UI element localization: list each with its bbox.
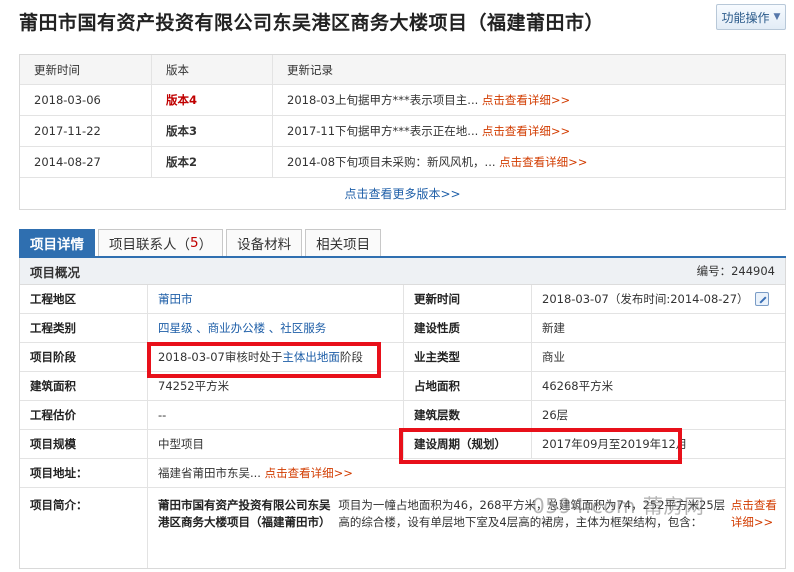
tab-label: 设备材料	[237, 237, 292, 253]
detail-row: 工程类别 四星级 、商业办公楼 、社区服务 建设性质 新建	[20, 314, 785, 343]
category-links[interactable]: 四星级 、商业办公楼 、社区服务	[158, 320, 326, 336]
stage-suffix: 阶段	[339, 350, 363, 364]
owner-type-value: 商业	[542, 350, 565, 364]
field-label: 工程估价	[20, 401, 148, 429]
tab-contacts[interactable]: 项目联系人（ 5）	[98, 229, 224, 256]
more-versions-row: 点击查看更多版本>>	[20, 178, 785, 209]
version-date: 2018-03-06	[20, 85, 152, 115]
detail-row: 工程估价 -- 建筑层数 26层	[20, 401, 785, 430]
version-table-header: 更新时间 版本 更新记录	[20, 55, 785, 85]
overview-header: 项目概况 编号：244904	[20, 258, 785, 285]
address-value: 福建省莆田市东吴...	[158, 466, 261, 480]
version-label: 版本2	[166, 155, 198, 169]
detail-row: 项目地址： 福建省莆田市东吴... 点击查看详细>>	[20, 459, 785, 488]
detail-row: 工程地区 莆田市 更新时间 2018-03-07（发布时间:2014-08-27…	[20, 285, 785, 314]
page-title: 莆田市国有资产投资有限公司东吴港区商务大楼项目（福建莆田市）	[19, 12, 605, 34]
version-row: 2014-08-27 版本2 2014-08下旬项目未采购：新风风机，... 点…	[20, 147, 785, 178]
version-row: 2017-11-22 版本3 2017-11下旬据甲方***表示正在地... 点…	[20, 116, 785, 147]
function-menu-label: 功能操作	[721, 10, 770, 25]
estimate-value: --	[148, 401, 404, 429]
field-label: 业主类型	[404, 343, 532, 371]
tab-related-projects[interactable]: 相关项目	[305, 229, 382, 256]
scale-value: 中型项目	[148, 430, 404, 458]
tab-equipment[interactable]: 设备材料	[226, 229, 303, 256]
project-detail-panel: 项目概况 编号：244904 工程地区 莆田市 更新时间 2018-03-07（…	[19, 258, 786, 569]
edit-icon[interactable]	[754, 292, 769, 306]
floors-value: 26层	[542, 408, 569, 422]
tab-project-details[interactable]: 项目详情	[19, 229, 95, 256]
stage-prefix: 2018-03-07审核时处于	[158, 350, 283, 364]
column-header: 版本	[152, 55, 273, 84]
version-history-table: 更新时间 版本 更新记录 2018-03-06 版本4 2018-03上旬据甲方…	[19, 54, 786, 210]
contacts-count: 5	[190, 235, 199, 251]
field-label: 项目规模	[20, 430, 148, 458]
land-value: 46268平方米	[542, 379, 614, 393]
location-link[interactable]: 莆田市	[158, 291, 193, 307]
version-record: 2017-11下旬据甲方***表示正在地...	[287, 124, 479, 138]
detail-tabs: 项目详情 项目联系人（ 5） 设备材料 相关项目	[19, 229, 786, 258]
project-number: 编号：244904	[696, 264, 775, 278]
watermark: 0594.com 莆房网	[532, 494, 705, 518]
intro-heading: 莆田市国有资产投资有限公司东吴港区商务大楼项目（福建莆田市）	[158, 498, 331, 529]
field-label: 建设周期（规划）	[404, 430, 532, 458]
detail-row: 建筑面积 74252平方米 占地面积 46268平方米	[20, 372, 785, 401]
function-menu-button[interactable]: 功能操作 ▼	[716, 4, 786, 30]
chevron-down-icon: ▼	[773, 12, 781, 22]
more-versions-link[interactable]: 点击查看更多版本>>	[344, 185, 460, 202]
nature-value: 新建	[542, 321, 565, 335]
version-date: 2017-11-22	[20, 116, 152, 146]
intro-detail-link[interactable]: 点击查看详细>>	[731, 497, 777, 530]
tab-label: 相关项目	[316, 237, 371, 253]
tab-label: 项目联系人（	[109, 237, 190, 253]
column-header: 更新时间	[20, 55, 152, 84]
version-row: 2018-03-06 版本4 2018-03上旬据甲方***表示项目主... 点…	[20, 85, 785, 116]
field-label: 工程地区	[20, 285, 148, 313]
version-record: 2014-08下旬项目未采购：新风风机，...	[287, 155, 496, 169]
detail-row: 项目规模 中型项目 建设周期（规划） 2017年09月至2019年12月	[20, 430, 785, 459]
period-value: 2017年09月至2019年12月	[542, 437, 688, 451]
version-label: 版本3	[166, 124, 198, 138]
field-label: 项目阶段	[20, 343, 148, 371]
updated-value: 2018-03-07（发布时间:2014-08-27）	[542, 292, 749, 306]
field-label: 项目地址：	[20, 459, 148, 487]
field-label: 占地面积	[404, 372, 532, 400]
stage-link[interactable]: 主体出地面	[282, 349, 340, 365]
address-detail-link[interactable]: 点击查看详细>>	[265, 465, 353, 481]
field-label: 更新时间	[404, 285, 532, 313]
overview-title: 项目概况	[30, 264, 81, 280]
version-date: 2014-08-27	[20, 147, 152, 177]
detail-row: 项目阶段 2018-03-07审核时处于 主体出地面 阶段 业主类型 商业	[20, 343, 785, 372]
column-header: 更新记录	[287, 62, 333, 77]
view-detail-link[interactable]: 点击查看详细>>	[499, 154, 587, 170]
tab-label: 项目详情	[30, 237, 84, 253]
version-record: 2018-03上旬据甲方***表示项目主...	[287, 93, 479, 107]
field-label: 项目简介：	[20, 488, 148, 568]
tab-label-suffix: ）	[198, 237, 213, 253]
field-label: 工程类别	[20, 314, 148, 342]
field-label: 建筑面积	[20, 372, 148, 400]
field-label: 建设性质	[404, 314, 532, 342]
view-detail-link[interactable]: 点击查看详细>>	[482, 92, 570, 108]
version-label: 版本4	[166, 93, 198, 107]
area-value: 74252平方米	[148, 372, 404, 400]
field-label: 建筑层数	[404, 401, 532, 429]
view-detail-link[interactable]: 点击查看详细>>	[482, 123, 570, 139]
